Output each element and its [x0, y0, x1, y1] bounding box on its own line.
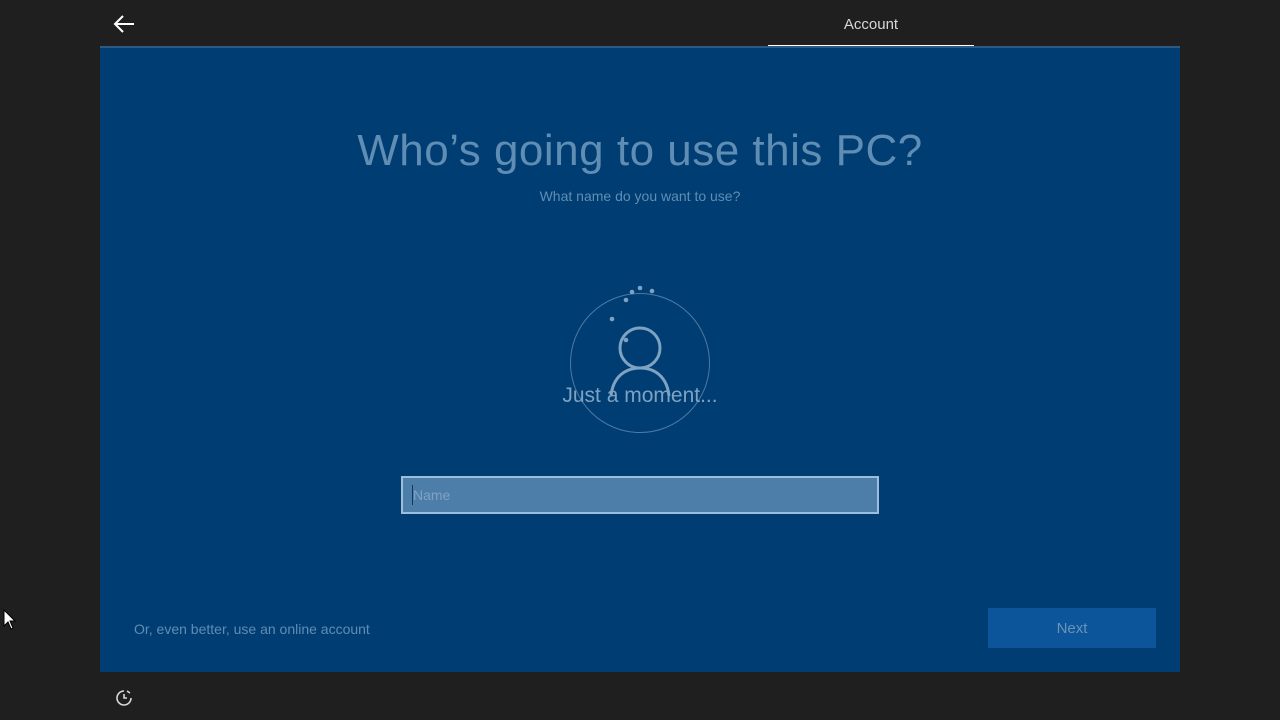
- ease-of-access-button[interactable]: [112, 686, 136, 710]
- arrow-left-icon: [113, 15, 134, 33]
- account-panel: Who’s going to use this PC? What name do…: [100, 46, 1180, 672]
- tab-account: Account: [768, 0, 974, 48]
- ease-of-access-icon: [116, 690, 132, 706]
- online-account-link[interactable]: Or, even better, use an online account: [134, 621, 370, 637]
- setup-screen: Account Who’s going to use this PC? What…: [0, 0, 1280, 720]
- name-input[interactable]: [401, 476, 879, 514]
- mouse-pointer-icon: [3, 609, 17, 630]
- back-button[interactable]: [108, 8, 140, 40]
- tab-account-label: Account: [843, 15, 899, 33]
- page-title: Who’s going to use this PC?: [357, 126, 923, 175]
- text-caret: [412, 485, 413, 505]
- loading-message: Just a moment...: [562, 384, 718, 407]
- next-button[interactable]: Next: [988, 608, 1156, 648]
- page-subtitle: What name do you want to use?: [539, 188, 741, 204]
